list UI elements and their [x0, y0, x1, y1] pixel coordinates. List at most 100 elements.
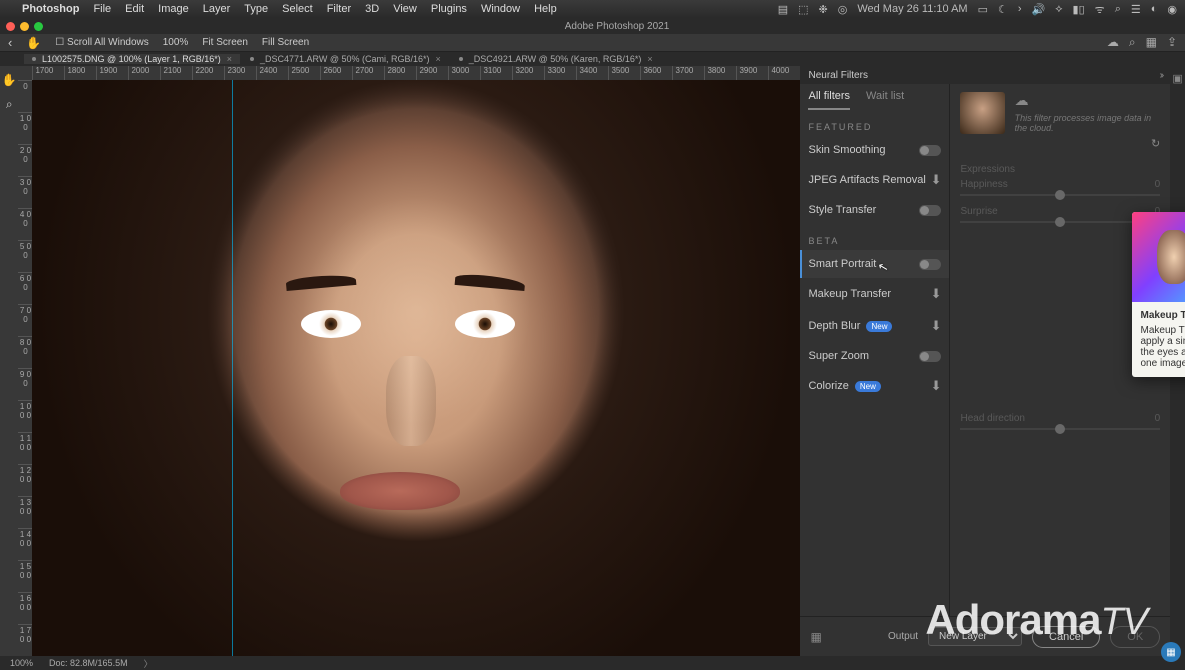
search-icon[interactable]: ⌕ [1129, 35, 1136, 50]
menu-view[interactable]: View [393, 3, 417, 15]
status-flyout-icon[interactable]: 〉 [144, 657, 153, 670]
app-titlebar: Adobe Photoshop 2021 [0, 18, 1185, 34]
status-zoom[interactable]: 100% [10, 658, 33, 668]
hand-tool[interactable]: ✋ [1, 72, 17, 88]
guide-line[interactable] [232, 80, 233, 656]
properties-icon[interactable]: ▣ [1172, 72, 1182, 85]
tab-wait-list[interactable]: Wait list [866, 90, 904, 110]
cloud-download-icon[interactable]: ⬇ [931, 378, 942, 394]
document-tab[interactable]: _DSC4921.ARW @ 50% (Karen, RGB/16*)× [451, 54, 661, 64]
status-doc-size[interactable]: Doc: 82.8M/165.5M [49, 658, 128, 668]
traffic-lights [6, 22, 43, 31]
preview-grid-icon[interactable]: ▦ [810, 630, 821, 644]
toggle[interactable] [919, 351, 941, 362]
fill-screen-button[interactable]: Fill Screen [262, 37, 309, 48]
filter-skin-smoothing[interactable]: Skin Smoothing [800, 136, 949, 164]
filter-tooltip: Makeup Transfer Makeup Transfer attempts… [1132, 212, 1185, 377]
close-icon[interactable]: × [647, 54, 652, 64]
tooltip-preview [1132, 212, 1185, 302]
menubar-icon[interactable]: ◎ [838, 3, 848, 16]
portrait-image [32, 80, 800, 656]
search-icon[interactable]: ⌕ [1115, 3, 1121, 16]
display-icon[interactable]: ▭ [978, 3, 988, 16]
filter-depth-blur[interactable]: Depth BlurNew⬇ [800, 310, 949, 342]
menu-layer[interactable]: Layer [203, 3, 231, 15]
filter-settings: ☁ This filter processes image data in th… [950, 84, 1170, 616]
menu-filter[interactable]: Filter [327, 3, 351, 15]
menubar-app-name[interactable]: Photoshop [22, 3, 79, 15]
close-icon[interactable]: × [227, 54, 232, 64]
toggle[interactable] [919, 205, 941, 216]
dnd-icon[interactable]: ☾ [998, 3, 1008, 16]
home-back-button[interactable]: ‹ [8, 35, 12, 50]
battery-icon[interactable]: ▮▯ [1073, 3, 1085, 16]
menu-3d[interactable]: 3D [365, 3, 379, 15]
collapse-panel-icon[interactable]: ›› [1160, 70, 1163, 81]
ruler-horizontal: 1700180019002000210022002300240025002600… [18, 66, 800, 80]
filter-makeup-transfer[interactable]: Makeup Transfer⬇ [800, 278, 949, 310]
document-tabs: L1002575.DNG @ 100% (Layer 1, RGB/16*)× … [0, 52, 1185, 66]
output-label: Output [888, 631, 918, 642]
options-bar: ‹ ✋ ☐ Scroll All Windows 100% Fit Screen… [0, 34, 1185, 52]
menubar-datetime[interactable]: Wed May 26 11:10 AM [857, 3, 967, 15]
refresh-icon[interactable]: ↻ [1015, 137, 1161, 150]
filter-super-zoom[interactable]: Super Zoom [800, 342, 949, 370]
workspace-icon[interactable]: ▦ [1146, 35, 1157, 50]
corner-badge[interactable]: ▦ [1161, 642, 1181, 662]
menubar-icon[interactable]: ▤ [778, 3, 788, 16]
wifi-icon[interactable]: ᯤ [1095, 2, 1105, 17]
tab-all-filters[interactable]: All filters [808, 90, 850, 110]
toggle[interactable] [919, 259, 941, 270]
siri-icon[interactable]: ◉ [1167, 3, 1177, 16]
section-label-featured: FEATURED [800, 110, 949, 136]
menubar-icon[interactable]: ❉ [819, 3, 828, 16]
share-icon[interactable]: ⇪ [1167, 35, 1177, 50]
zoom-level[interactable]: 100% [163, 37, 189, 48]
menu-type[interactable]: Type [244, 3, 268, 15]
cloud-download-icon[interactable]: ⬇ [931, 172, 942, 188]
menu-window[interactable]: Window [481, 3, 520, 15]
window-minimize-button[interactable] [20, 22, 29, 31]
head-direction-label: Head direction [960, 413, 1024, 424]
document-tab[interactable]: _DSC4771.ARW @ 50% (Cami, RGB/16*)× [242, 54, 449, 64]
dropbox-icon[interactable]: ⬚ [798, 3, 808, 16]
toggle[interactable] [919, 145, 941, 156]
tools-panel: ✋ ⌕ [0, 66, 18, 656]
head-direction-slider[interactable] [960, 428, 1160, 430]
window-close-button[interactable] [6, 22, 15, 31]
scroll-all-windows-checkbox[interactable]: ☐ Scroll All Windows [55, 37, 148, 48]
filter-smart-portrait[interactable]: Smart Portrait [800, 250, 949, 278]
menu-plugins[interactable]: Plugins [431, 3, 467, 15]
menu-select[interactable]: Select [282, 3, 313, 15]
face-thumbnail[interactable] [960, 92, 1004, 134]
tooltip-title: Makeup Transfer [1140, 310, 1185, 321]
document-tab[interactable]: L1002575.DNG @ 100% (Layer 1, RGB/16*)× [24, 54, 240, 64]
cc-icon[interactable]: ◐ [1151, 3, 1158, 15]
close-icon[interactable]: × [436, 54, 441, 64]
window-maximize-button[interactable] [34, 22, 43, 31]
zoom-tool[interactable]: ⌕ [1, 96, 17, 112]
volume-icon[interactable]: 🔊 [1032, 3, 1046, 16]
menu-help[interactable]: Help [534, 3, 557, 15]
menu-file[interactable]: File [93, 3, 111, 15]
panel-header: Neural Filters ›› [800, 66, 1170, 84]
filter-colorize[interactable]: ColorizeNew⬇ [800, 370, 949, 402]
canvas-viewport[interactable] [32, 80, 800, 656]
panel-title: Neural Filters [808, 70, 867, 81]
bluetooth-icon[interactable]: › [1018, 3, 1022, 15]
cloud-docs-icon[interactable]: ☁ [1107, 35, 1119, 50]
hand-tool-icon[interactable]: ✋ [26, 36, 41, 50]
filter-style-transfer[interactable]: Style Transfer [800, 196, 949, 224]
canvas-area: 1700180019002000210022002300240025002600… [18, 66, 800, 656]
menu-edit[interactable]: Edit [125, 3, 144, 15]
control-center-icon[interactable]: ☰ [1131, 3, 1141, 16]
surprise-slider[interactable] [960, 221, 1160, 223]
wifi-icon[interactable]: ⟡ [1055, 3, 1062, 16]
happiness-slider[interactable] [960, 194, 1160, 196]
filter-jpeg-artifacts[interactable]: JPEG Artifacts Removal⬇ [800, 164, 949, 196]
status-bar: 100% Doc: 82.8M/165.5M 〉 [0, 656, 1185, 670]
fit-screen-button[interactable]: Fit Screen [202, 37, 248, 48]
cloud-download-icon[interactable]: ⬇ [931, 286, 942, 302]
cloud-download-icon[interactable]: ⬇ [931, 318, 942, 334]
menu-image[interactable]: Image [158, 3, 189, 15]
